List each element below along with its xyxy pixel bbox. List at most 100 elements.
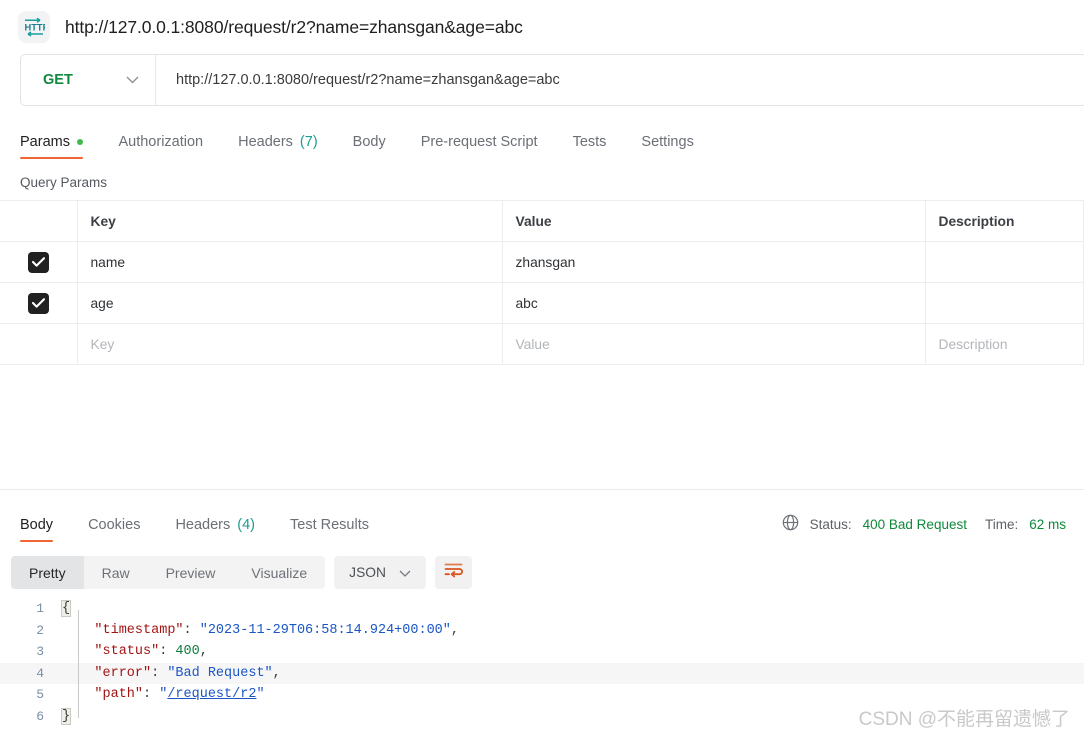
json-key: "error": [94, 665, 152, 681]
language-selector[interactable]: JSON: [334, 556, 426, 589]
json-value: 400: [175, 644, 200, 659]
row-value[interactable]: zhansgan: [501, 241, 926, 283]
json-separator: :: [151, 665, 168, 681]
row-description[interactable]: [924, 282, 1084, 324]
json-comma: ,: [450, 622, 459, 638]
wrap-text-icon: [444, 562, 463, 583]
tab-body[interactable]: Body: [353, 134, 386, 159]
code-line: 2 "timestamp": "2023-11-29T06:58:14.924+…: [0, 620, 1084, 642]
segment-pretty[interactable]: Pretty: [11, 556, 84, 589]
code-line: 1 {: [0, 598, 1084, 620]
response-header: Body Cookies Headers (4) Test Results St…: [0, 501, 1084, 542]
empty-row-value[interactable]: Value: [501, 323, 926, 365]
table-row: name zhansgan: [0, 241, 1084, 283]
json-key: "timestamp": [94, 622, 184, 638]
segment-visualize[interactable]: Visualize: [233, 556, 325, 589]
response-meta: Status: 400 Bad Request Time: 62 ms: [782, 514, 1066, 542]
table-header-row: Key Value Description: [0, 200, 1084, 242]
status-badge: 400 Bad Request: [862, 516, 967, 532]
tab-response-cookies[interactable]: Cookies: [88, 517, 140, 542]
json-key: "path": [94, 687, 144, 702]
json-value: "2023-11-29T06:58:14.924+00:00": [199, 622, 451, 638]
empty-row-checkbox-cell[interactable]: [0, 323, 78, 365]
json-comma: ,: [272, 665, 281, 681]
wrap-text-button[interactable]: [434, 556, 472, 589]
tab-response-body[interactable]: Body: [20, 517, 54, 542]
page-title: http://127.0.0.1:8080/request/r2?name=zh…: [65, 16, 523, 37]
tab-headers[interactable]: Headers (7): [238, 134, 318, 159]
column-header-value: Value: [501, 200, 926, 242]
tab-settings-label: Settings: [641, 134, 694, 150]
tab-response-headers-count: (4): [237, 517, 255, 533]
code-fold-guide: [78, 610, 79, 718]
chevron-down-icon: [126, 71, 139, 89]
checkbox-checked-icon[interactable]: [27, 292, 49, 314]
row-description[interactable]: [924, 241, 1084, 283]
tab-test-results-label: Test Results: [290, 517, 369, 533]
segment-preview[interactable]: Preview: [148, 556, 234, 589]
empty-row-key[interactable]: Key: [76, 323, 503, 365]
code-line: 3 "status": 400,: [0, 641, 1084, 663]
json-open-brace: {: [60, 600, 72, 617]
tab-test-results[interactable]: Test Results: [290, 517, 369, 542]
tab-authorization[interactable]: Authorization: [118, 134, 203, 159]
tab-response-cookies-label: Cookies: [88, 517, 141, 533]
column-header-description: Description: [924, 200, 1084, 242]
tab-pre-request-script-label: Pre-request Script: [420, 134, 538, 150]
tab-tests-label: Tests: [572, 134, 607, 150]
row-checkbox-cell[interactable]: [0, 282, 78, 324]
globe-icon: [782, 514, 799, 534]
tab-tests[interactable]: Tests: [573, 134, 607, 159]
response-body-viewer[interactable]: 1 { 2 "timestamp": "2023-11-29T06:58:14.…: [0, 598, 1084, 727]
table-row-empty: Key Value Description: [0, 323, 1084, 365]
response-tabs: Body Cookies Headers (4) Test Results: [20, 517, 782, 542]
tab-response-headers-label: Headers: [175, 517, 231, 533]
code-line: 5 "path": "/request/r2": [0, 684, 1084, 706]
response-divider: [0, 489, 1084, 490]
line-number: 6: [36, 708, 44, 724]
json-link-value[interactable]: /request/r2: [167, 687, 256, 702]
row-value[interactable]: abc: [501, 282, 926, 324]
language-label: JSON: [349, 565, 386, 580]
query-params-title: Query Params: [20, 175, 108, 190]
tab-body-label: Body: [352, 134, 386, 150]
http-protocol-icon: HTTP: [18, 11, 50, 43]
tab-response-headers[interactable]: Headers (4): [175, 517, 255, 542]
params-modified-dot: [76, 138, 84, 146]
tab-settings[interactable]: Settings: [641, 134, 693, 159]
tab-headers-count: (7): [299, 134, 318, 150]
segment-raw[interactable]: Raw: [84, 556, 148, 589]
tab-params[interactable]: Params: [20, 134, 84, 159]
json-value: "Bad Request": [167, 665, 273, 681]
row-checkbox-cell[interactable]: [0, 241, 78, 283]
column-header-checkbox: [0, 200, 78, 242]
row-key[interactable]: age: [76, 282, 503, 324]
code-line: 6 }: [0, 706, 1084, 728]
request-tabs: Params Authorization Headers (7) Body Pr…: [0, 125, 1084, 159]
line-number: 1: [36, 601, 44, 616]
title-bar: HTTP http://127.0.0.1:8080/request/r2?na…: [0, 0, 1084, 54]
line-number: 3: [36, 644, 44, 659]
method-label: GET: [43, 72, 73, 88]
method-selector[interactable]: GET: [21, 55, 156, 105]
json-comma: ,: [199, 644, 208, 659]
json-separator: :: [159, 644, 176, 659]
tab-pre-request-script[interactable]: Pre-request Script: [421, 134, 538, 159]
line-number: 5: [36, 687, 44, 702]
json-key: "status": [94, 644, 160, 659]
status-label: Status:: [809, 516, 852, 532]
column-header-key: Key: [76, 200, 503, 242]
row-key[interactable]: name: [76, 241, 503, 283]
json-separator: :: [183, 622, 200, 638]
url-input[interactable]: [156, 55, 1084, 105]
line-number: 2: [36, 622, 44, 638]
line-number: 4: [36, 665, 44, 681]
time-label: Time:: [984, 516, 1019, 532]
tab-authorization-label: Authorization: [118, 134, 204, 150]
response-format-bar: Pretty Raw Preview Visualize JSON: [0, 542, 1084, 589]
tab-params-label: Params: [20, 134, 70, 150]
svg-text:HTTP: HTTP: [25, 23, 46, 33]
json-close-brace: }: [60, 707, 72, 725]
checkbox-checked-icon[interactable]: [27, 251, 49, 273]
empty-row-description[interactable]: Description: [924, 323, 1084, 365]
